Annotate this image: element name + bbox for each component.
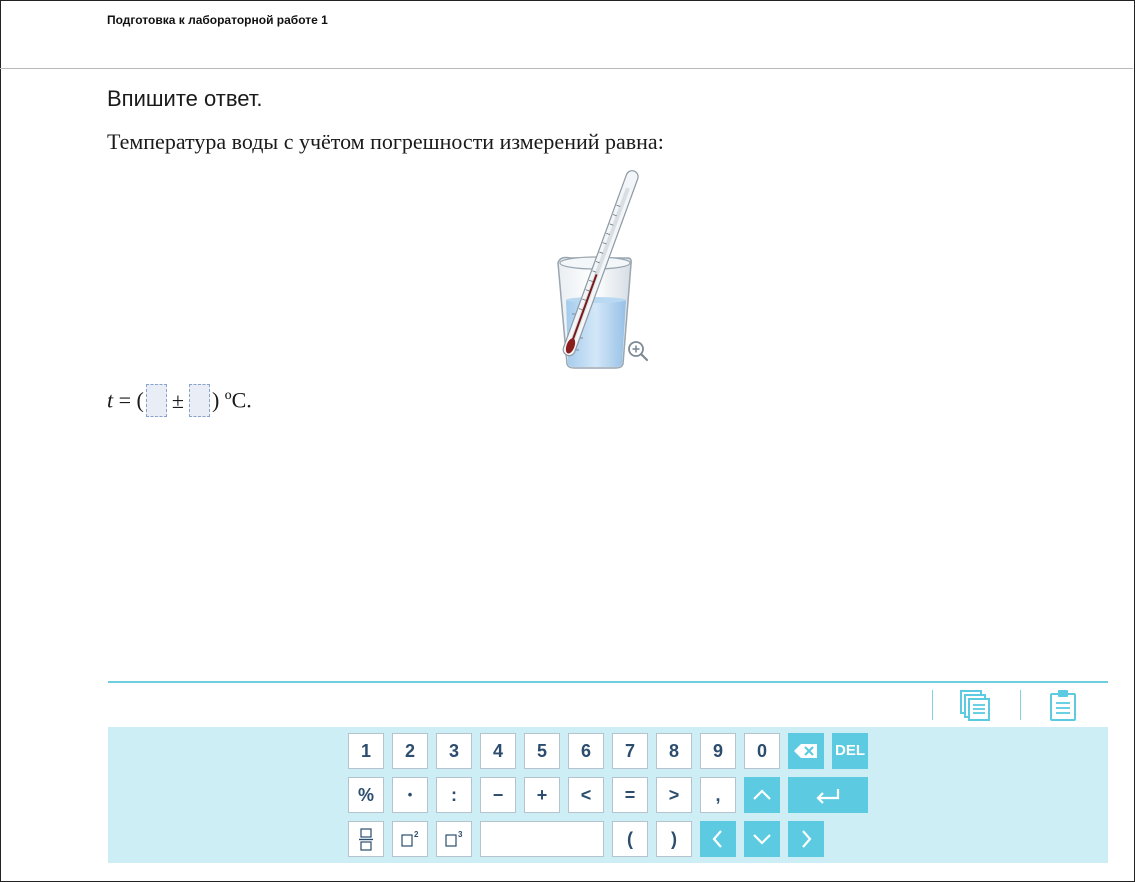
- space-key[interactable]: [480, 821, 604, 857]
- cube-power-icon: 3: [445, 830, 463, 847]
- page-title: Подготовка к лабораторной работе 1: [107, 13, 328, 27]
- enter-key[interactable]: [788, 777, 868, 813]
- key-close-paren[interactable]: ): [656, 821, 692, 857]
- chevron-right-icon: [802, 830, 812, 848]
- key-equals[interactable]: =: [612, 777, 648, 813]
- svg-text:3: 3: [458, 830, 463, 839]
- formula-equals: = (: [113, 387, 144, 413]
- key-7[interactable]: 7: [612, 733, 648, 769]
- key-less-than[interactable]: <: [568, 777, 604, 813]
- backspace-key[interactable]: [788, 733, 824, 769]
- key-0[interactable]: 0: [744, 733, 780, 769]
- key-6[interactable]: 6: [568, 733, 604, 769]
- chevron-up-icon: [753, 789, 771, 800]
- cube-power-key[interactable]: 3: [436, 821, 472, 857]
- arrow-up-key[interactable]: [744, 777, 780, 813]
- chevron-left-icon: [712, 830, 722, 848]
- copy-pages-icon[interactable]: [958, 688, 992, 722]
- divider: [108, 681, 1108, 683]
- fraction-icon: [359, 828, 373, 851]
- delete-key[interactable]: DEL: [832, 733, 868, 769]
- clipboard-icon[interactable]: [1046, 688, 1080, 722]
- key-2[interactable]: 2: [392, 733, 428, 769]
- value-input[interactable]: [145, 384, 167, 417]
- key-3[interactable]: 3: [436, 733, 472, 769]
- formula-unit: ) ºC.: [211, 387, 252, 413]
- key-4[interactable]: 4: [480, 733, 516, 769]
- key-greater-than[interactable]: >: [656, 777, 692, 813]
- plus-minus-sign: ±: [171, 387, 184, 413]
- math-keyboard: 1 2 3 4 5 6 7 8 9 0 DEL % • : − + < = > …: [108, 727, 1108, 863]
- key-8[interactable]: 8: [656, 733, 692, 769]
- arrow-left-key[interactable]: [700, 821, 736, 857]
- key-9[interactable]: 9: [700, 733, 736, 769]
- header: Подготовка к лабораторной работе 1: [0, 0, 1133, 69]
- task-question: Температура воды с учётом погрешности из…: [107, 129, 664, 154]
- fraction-key[interactable]: [348, 821, 384, 857]
- toolbar-separator: [1020, 690, 1021, 720]
- backspace-icon: [794, 744, 817, 758]
- square-power-icon: 2: [401, 830, 419, 847]
- key-open-paren[interactable]: (: [612, 821, 648, 857]
- key-comma[interactable]: ,: [700, 777, 736, 813]
- task-instruction: Впишите ответ.: [107, 86, 263, 111]
- key-minus[interactable]: −: [480, 777, 516, 813]
- error-input[interactable]: [188, 384, 210, 417]
- arrow-right-key[interactable]: [788, 821, 824, 857]
- key-colon[interactable]: :: [436, 777, 472, 813]
- zoom-in-icon[interactable]: [627, 340, 649, 362]
- key-multiply-dot[interactable]: •: [392, 777, 428, 813]
- key-5[interactable]: 5: [524, 733, 560, 769]
- svg-text:2: 2: [414, 830, 419, 839]
- arrow-down-key[interactable]: [744, 821, 780, 857]
- chevron-down-icon: [753, 834, 771, 845]
- key-plus[interactable]: +: [524, 777, 560, 813]
- toolbar-separator: [932, 690, 933, 720]
- key-1[interactable]: 1: [348, 733, 384, 769]
- enter-icon: [816, 789, 840, 804]
- answer-formula: t = (±) ºC.: [107, 384, 252, 417]
- key-percent[interactable]: %: [348, 777, 384, 813]
- square-power-key[interactable]: 2: [392, 821, 428, 857]
